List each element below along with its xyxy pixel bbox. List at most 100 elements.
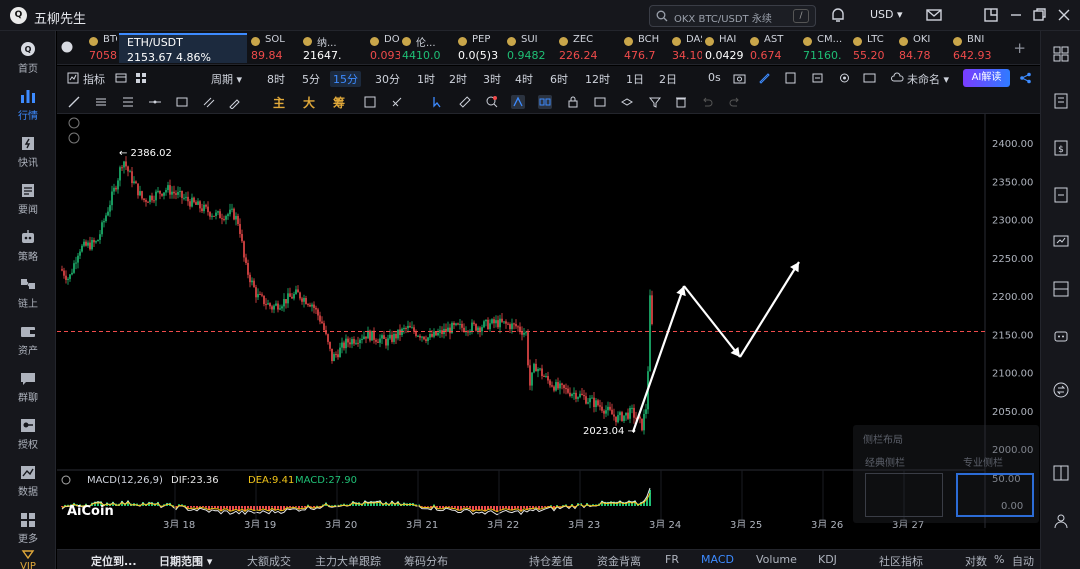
- bottom-community[interactable]: 社区指标: [879, 553, 923, 569]
- trash-icon[interactable]: [674, 95, 688, 109]
- trend-line-icon[interactable]: [67, 95, 81, 109]
- interval-9[interactable]: 12时: [585, 71, 610, 87]
- sidebar-item-flash[interactable]: 快讯: [0, 129, 56, 175]
- popout-icon[interactable]: [982, 6, 1000, 24]
- macd-toggle-icon[interactable]: [61, 475, 71, 485]
- horizontal-ray-icon[interactable]: [148, 95, 162, 109]
- bell-icon[interactable]: [829, 6, 847, 24]
- panel-option-pro[interactable]: 专业侧栏: [963, 454, 1003, 469]
- minimize-icon[interactable]: [1007, 6, 1025, 24]
- ticker-item[interactable]: PEP 0.0(5)3: [458, 33, 504, 63]
- interval-3[interactable]: 30分: [375, 71, 400, 87]
- undo-icon[interactable]: [700, 95, 714, 109]
- panel-layout-icon[interactable]: [1052, 464, 1070, 482]
- bottom-chip-dist[interactable]: 筹码分布: [404, 553, 448, 569]
- layers-icon[interactable]: [620, 95, 634, 109]
- interval-2[interactable]: 15分: [330, 71, 361, 87]
- ticker-item[interactable]: BNI 642.93: [953, 33, 993, 63]
- tool-big[interactable]: 大: [303, 94, 315, 111]
- bottom-large-trades[interactable]: 大额成交: [247, 553, 291, 569]
- ticker-item[interactable]: HAI 0.0429: [705, 33, 747, 63]
- pro-preview[interactable]: [956, 473, 1034, 517]
- sidebar-item-assets[interactable]: 资产: [0, 317, 56, 363]
- visibility-icon[interactable]: [593, 95, 607, 109]
- bottom-date-range[interactable]: 日期范围 ▾: [159, 553, 212, 569]
- exchange-icon[interactable]: [1052, 381, 1070, 399]
- ai-interpret-button[interactable]: AI解读: [963, 69, 1010, 87]
- ticker-item[interactable]: SOL 89.84: [251, 33, 297, 63]
- tool-main[interactable]: 主: [273, 94, 285, 111]
- currency-select[interactable]: USD ▾: [870, 8, 903, 21]
- sidebar-item-chain[interactable]: 链上: [0, 270, 56, 316]
- ticker-item[interactable]: 伦... 4410.0: [402, 33, 454, 63]
- ticker-item[interactable]: 纳... 21647.: [303, 33, 363, 63]
- bottom-locate[interactable]: 定位到...: [91, 553, 137, 569]
- interval-5[interactable]: 2时: [449, 71, 467, 87]
- watchlist-icon[interactable]: [1052, 45, 1070, 63]
- interval-0[interactable]: 8时: [267, 71, 285, 87]
- grid-layout-icon[interactable]: [135, 72, 147, 84]
- bottom-auto[interactable]: 自动: [1012, 553, 1034, 569]
- panel-option-classic[interactable]: 经典侧栏: [865, 454, 905, 469]
- channel-icon[interactable]: [202, 95, 216, 109]
- ticker-item[interactable]: DO 0.0931: [370, 33, 400, 63]
- zero-s-button[interactable]: 0s: [708, 71, 721, 84]
- indicator-button[interactable]: 指标: [83, 71, 105, 87]
- settings-icon[interactable]: [838, 72, 851, 84]
- ticker-item[interactable]: LTC 55.20: [853, 33, 895, 63]
- monitor-icon[interactable]: [1052, 233, 1070, 251]
- maximize-icon[interactable]: [1030, 6, 1048, 24]
- search-input[interactable]: OKX BTC/USDT 永续 /: [649, 5, 816, 27]
- sidebar-item-headline[interactable]: 要闻: [0, 176, 56, 222]
- lock-icon[interactable]: [566, 95, 580, 109]
- alert-icon[interactable]: [811, 72, 824, 84]
- horizontal-lines-icon[interactable]: [94, 95, 108, 109]
- tool-chips[interactable]: 筹: [333, 94, 345, 111]
- period-select[interactable]: 周期 ▾: [211, 71, 242, 87]
- sidebar-item-market[interactable]: 行情: [0, 82, 56, 128]
- add-ticker-button[interactable]: +: [1013, 39, 1026, 57]
- redo-icon[interactable]: [728, 95, 742, 109]
- share-icon[interactable]: [1019, 72, 1032, 84]
- collapse-icon[interactable]: [68, 117, 80, 129]
- ticker-item[interactable]: SUI 0.9482: [507, 33, 557, 63]
- eraser-icon[interactable]: [390, 95, 404, 109]
- sidebar-item-auth[interactable]: 授权: [0, 411, 56, 457]
- ticker-item[interactable]: BTC 70587: [89, 33, 117, 63]
- classic-preview[interactable]: [865, 473, 943, 517]
- filter-icon[interactable]: [648, 95, 662, 109]
- calculator-icon[interactable]: [1052, 186, 1070, 204]
- fib-icon[interactable]: [121, 95, 135, 109]
- collapse-icon-2[interactable]: [68, 132, 80, 144]
- mail-icon[interactable]: [925, 6, 943, 24]
- interval-8[interactable]: 6时: [550, 71, 568, 87]
- interval-4[interactable]: 1时: [417, 71, 435, 87]
- interval-11[interactable]: 2日: [659, 71, 677, 87]
- cursor-icon[interactable]: [431, 95, 445, 109]
- robot-service-icon[interactable]: [1052, 327, 1070, 345]
- sidebar-item-more[interactable]: 更多: [0, 505, 56, 551]
- bot-icon[interactable]: [363, 95, 377, 109]
- chart-layout-icon[interactable]: [1052, 280, 1070, 298]
- bottom-percent[interactable]: %: [994, 553, 1004, 566]
- bottom-macd[interactable]: MACD: [701, 553, 734, 566]
- sidebar-item-data[interactable]: 数据: [0, 458, 56, 504]
- bottom-position-diff[interactable]: 持仓差值: [529, 553, 573, 569]
- sidebar-item-strategy[interactable]: 策略: [0, 223, 56, 269]
- interval-7[interactable]: 4时: [515, 71, 533, 87]
- close-icon[interactable]: [1055, 6, 1073, 24]
- bottom-log[interactable]: 对数: [965, 553, 987, 569]
- interval-10[interactable]: 1日: [626, 71, 644, 87]
- trade-icon[interactable]: $: [1052, 139, 1070, 157]
- ticker-item[interactable]: BCH 476.7: [624, 33, 668, 63]
- layout-name-select[interactable]: 未命名 ▾: [907, 71, 949, 87]
- bottom-funding-divergence[interactable]: 资金背离: [597, 553, 641, 569]
- layout-icon[interactable]: [863, 72, 876, 84]
- bottom-kdj[interactable]: KDJ: [818, 553, 837, 566]
- interval-6[interactable]: 3时: [483, 71, 501, 87]
- bottom-fr[interactable]: FR: [665, 553, 679, 566]
- interval-1[interactable]: 5分: [302, 71, 320, 87]
- camera-icon[interactable]: [733, 72, 746, 84]
- ticker-item[interactable]: CM... 71160.: [803, 33, 851, 63]
- rectangle-icon[interactable]: [175, 95, 189, 109]
